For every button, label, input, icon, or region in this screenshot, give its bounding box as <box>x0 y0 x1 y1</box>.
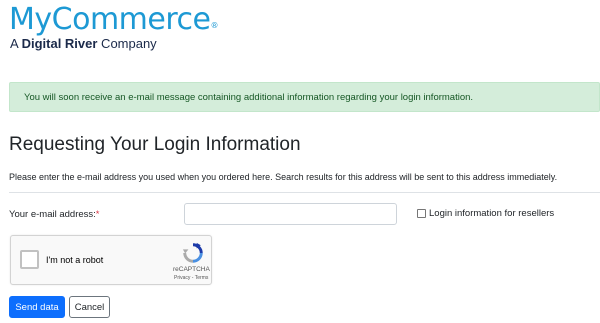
recaptcha-widget: I'm not a robot reCAPTCHA Privacy - Term… <box>10 235 212 285</box>
required-mark: * <box>95 209 100 220</box>
registered-mark: ® <box>210 21 218 30</box>
tagline-prefix: A <box>10 36 22 51</box>
recaptcha-label: I'm not a robot <box>46 255 104 265</box>
success-alert: You will soon receive an e-mail message … <box>9 82 600 112</box>
intro-text: Please enter the e-mail address you used… <box>9 172 558 182</box>
tagline-brand: Digital River <box>21 36 98 51</box>
recaptcha-logo-icon <box>182 242 203 263</box>
recaptcha-checkbox[interactable] <box>20 250 39 269</box>
email-label-text: Your e-mail address: <box>9 209 96 220</box>
page-title: Requesting Your Login Information <box>9 134 301 155</box>
alert-message: You will soon receive an e-mail message … <box>24 92 474 103</box>
reseller-checkbox[interactable] <box>417 209 426 218</box>
email-input[interactable] <box>184 203 397 225</box>
logo-tagline: A Digital River Company <box>9 36 218 51</box>
cancel-button[interactable]: Cancel <box>69 296 110 318</box>
email-label: Your e-mail address:* <box>9 209 99 220</box>
send-data-button[interactable]: Send data <box>9 296 65 318</box>
logo-wordmark: MyCommerce® <box>9 2 218 38</box>
divider <box>9 192 600 193</box>
reseller-option[interactable]: Login information for resellers <box>417 208 554 219</box>
logo[interactable]: MyCommerce® A Digital River Company <box>9 2 218 51</box>
recaptcha-links[interactable]: Privacy - Terms <box>174 275 208 281</box>
tagline-suffix: Company <box>97 36 157 51</box>
reseller-label: Login information for resellers <box>429 208 555 219</box>
recaptcha-brand: reCAPTCHA <box>173 266 210 273</box>
logo-name: MyCommerce <box>9 2 211 37</box>
